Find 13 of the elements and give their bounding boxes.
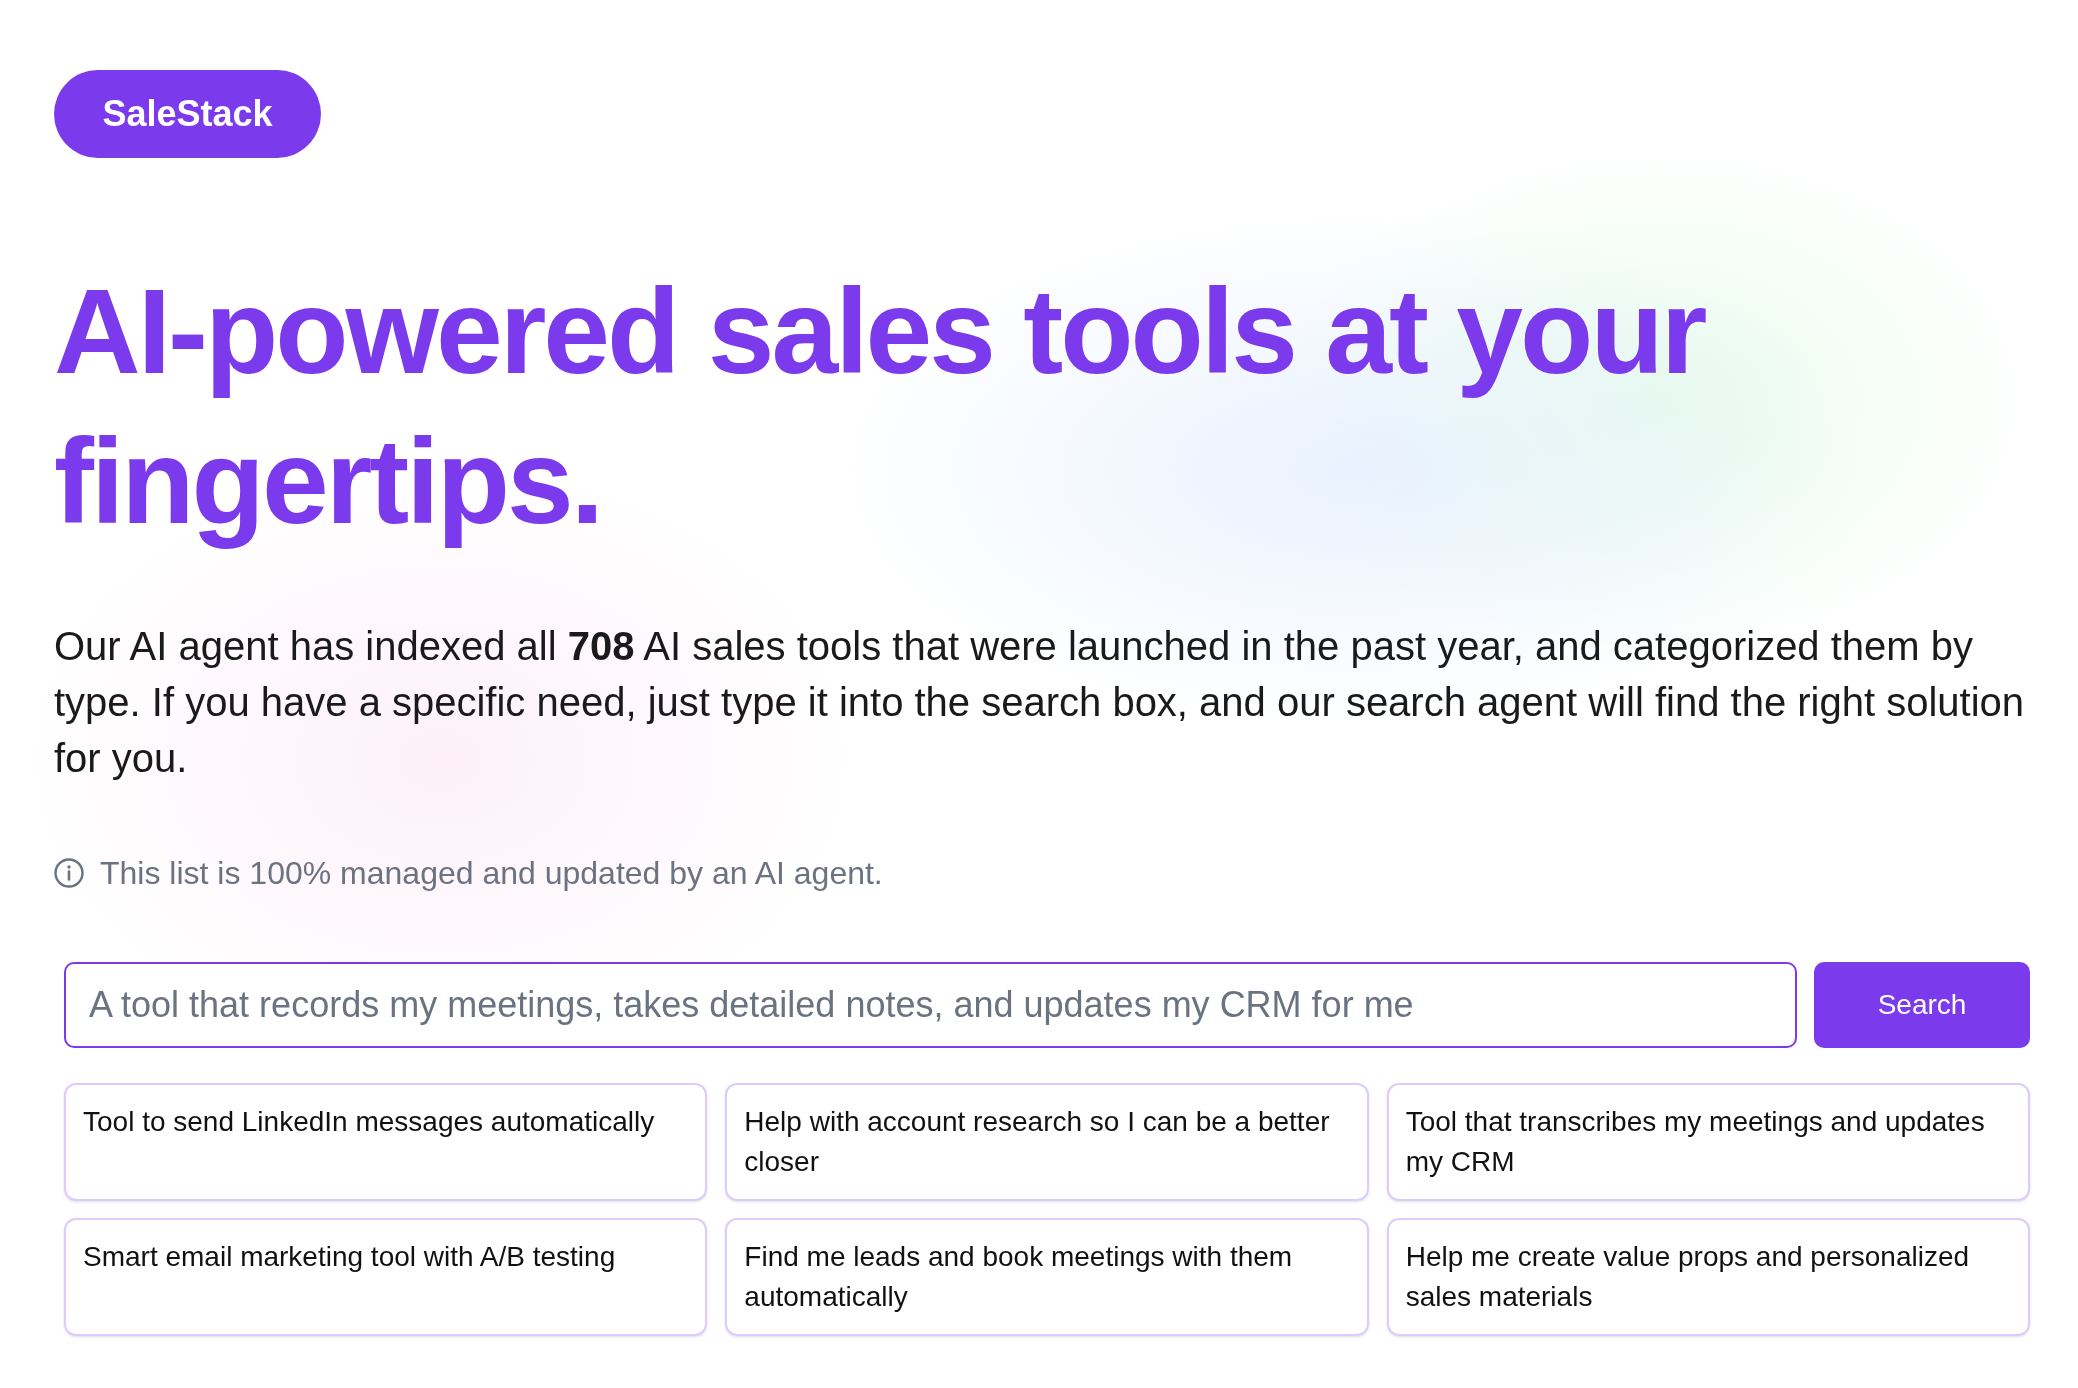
- suggestion-card[interactable]: Help with account research so I can be a better closer: [725, 1083, 1369, 1201]
- site-logo[interactable]: SaleStack: [54, 70, 321, 158]
- suggestion-card[interactable]: Help me create value props and personalized sales materials: [1386, 1218, 2030, 1336]
- search-button[interactable]: Search: [1814, 962, 2030, 1048]
- intro-paragraph: Our AI agent has indexed all 708 AI sales tools that were launched in the past year, and categorized them by type. If you have a specific need, just type it into the search box, and our search agent will find the right solution for you.: [54, 623, 2026, 782]
- notice-text: This list is 100% managed and updated by an AI agent.: [100, 854, 883, 893]
- suggestion-card[interactable]: Tool to send LinkedIn messages automatically: [64, 1083, 708, 1201]
- info-icon: [54, 858, 84, 888]
- suggestion-card[interactable]: Find me leads and book meetings with them automatically: [725, 1218, 1369, 1336]
- suggestion-card[interactable]: Smart email marketing tool with A/B testing: [64, 1218, 708, 1336]
- suggestion-card[interactable]: Tool that transcribes my meetings and updates my CRM: [1386, 1083, 2030, 1201]
- search-field[interactable]: A tool that records my meetings, takes detailed notes, and updates my CRM for me: [64, 962, 1797, 1048]
- headline: AI-powered sales tools at your fingertips.: [54, 263, 1706, 551]
